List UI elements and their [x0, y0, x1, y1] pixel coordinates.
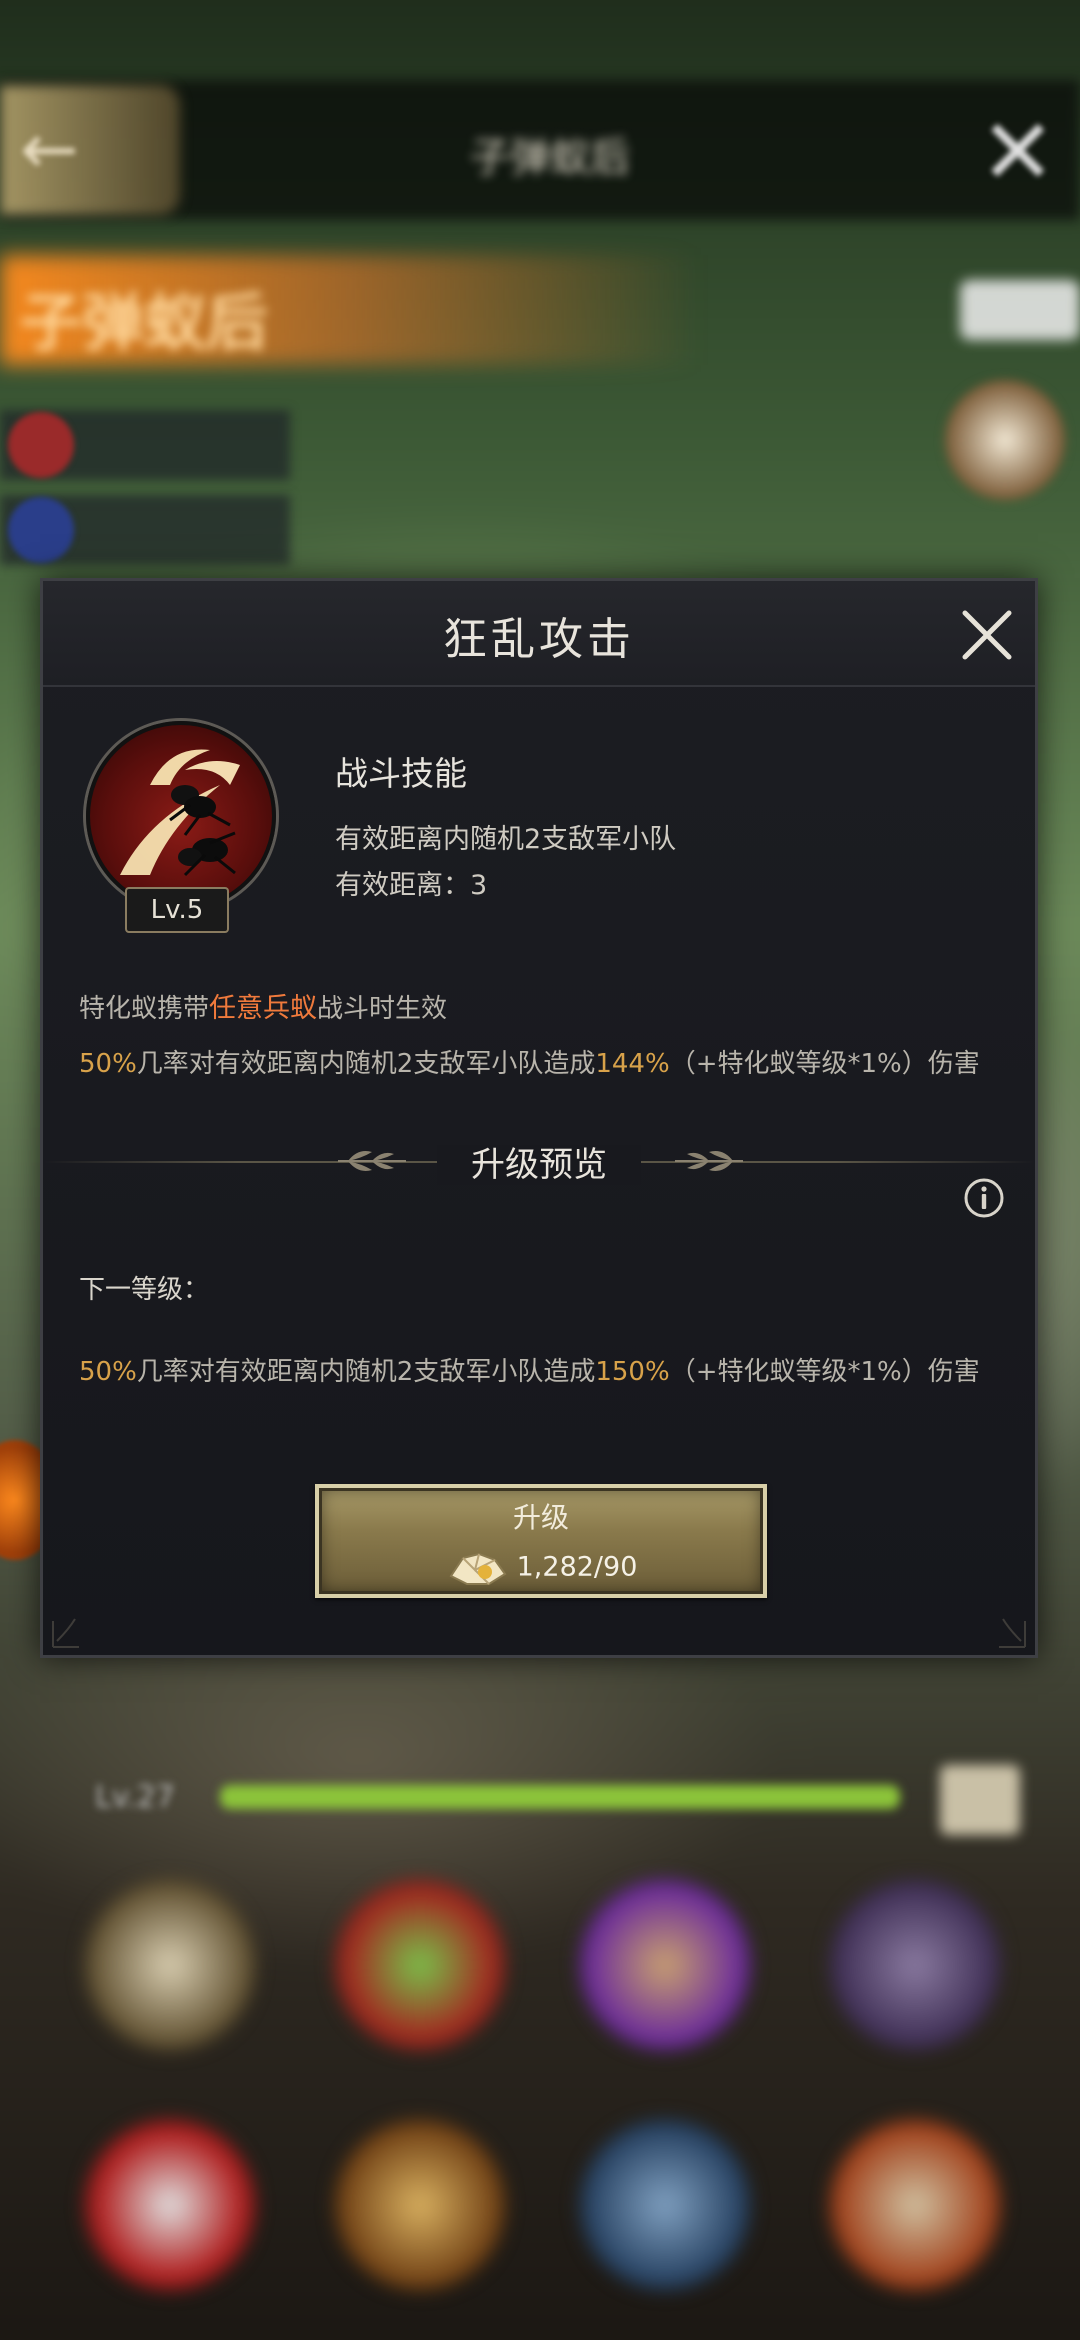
skill-frenzy-attack-icon [86, 721, 276, 911]
background-close-icon: ✕ [980, 100, 1056, 205]
upgrade-button-label: 升级 [512, 1501, 569, 1534]
condition-suffix: 战斗时生效 [317, 994, 448, 1024]
next-effect-text: 几率对有效距离内随机2支敌军小队造成 [136, 1357, 596, 1387]
background-chip-icon [8, 497, 74, 563]
background-xp-label: Lv.27 [95, 1780, 175, 1815]
current-effect-bonus: （+特化蚁等级*1%）伤害 [669, 1049, 980, 1079]
background-header-title: 子弹蚁后 [470, 135, 630, 181]
background-skill-icon [335, 2120, 505, 2290]
next-effect-chance: 50% [79, 1357, 137, 1387]
info-button[interactable] [963, 1177, 1005, 1219]
upgrade-preview-title: 升级预览 [43, 1137, 1035, 1186]
background-xp-bar [220, 1785, 900, 1809]
close-icon [962, 610, 1012, 660]
next-level-label: 下一等级： [79, 1275, 210, 1305]
upgrade-preview-label: 升级预览 [437, 1145, 641, 1185]
background-skill-icon [335, 1880, 505, 2050]
background-skill-icon [85, 1880, 255, 2050]
upgrade-cost: 1,282/90 [319, 1546, 763, 1590]
current-effect: 50%几率对有效距离内随机2支敌军小队造成144%（+特化蚁等级*1%）伤害 [79, 1043, 980, 1080]
background-avatar [945, 380, 1065, 500]
background-tag [960, 280, 1080, 340]
skill-level-badge: Lv.5 [125, 887, 229, 933]
next-level-effect: 50%几率对有效距离内随机2支敌军小队造成150%（+特化蚁等级*1%）伤害 [79, 1353, 1019, 1391]
background-banner-text: 子弹蚁后 [20, 286, 269, 359]
info-icon [964, 1178, 1004, 1218]
background-skill-icon [830, 1880, 1000, 2050]
upgrade-cost-value: 1,282/90 [516, 1551, 638, 1583]
current-effect-chance: 50% [79, 1049, 137, 1079]
corner-ornament-icon [52, 1618, 79, 1648]
corner-ornament-icon [999, 1618, 1026, 1648]
skill-range-description: 有效距离：3 [335, 870, 488, 901]
next-effect-damage: 150% [595, 1357, 670, 1387]
background-skill-icon [85, 2120, 255, 2290]
dialog-title: 狂乱攻击 [443, 614, 635, 665]
background-skill-icon [580, 2120, 750, 2290]
skill-type-label: 战斗技能 [335, 754, 467, 793]
skill-target-description: 有效距离内随机2支敌军小队 [335, 824, 677, 855]
upgrade-button[interactable]: 升级 1,282/90 [315, 1484, 767, 1598]
skill-detail-dialog: 狂乱攻击 Lv.5 战斗技能 有效距离内随机2支敌军小队 有效距离：3 特化蚁携… [40, 578, 1038, 1658]
back-arrow-icon: ← [20, 108, 79, 190]
background-chip-icon [8, 412, 74, 478]
condition-highlight: 任意兵蚁 [209, 993, 318, 1024]
background-skill-icon [580, 1880, 750, 2050]
next-effect-bonus: （+特化蚁等级*1%）伤害 [669, 1357, 980, 1387]
current-effect-text: 几率对有效距离内随机2支敌军小队造成 [136, 1049, 596, 1079]
background-xp-button [940, 1765, 1020, 1835]
background-skill-icon [830, 2120, 1000, 2290]
condition-prefix: 特化蚁携带 [79, 994, 210, 1024]
dialog-header: 狂乱攻击 [43, 581, 1035, 687]
resource-crystal-icon [449, 1552, 507, 1585]
close-button[interactable] [957, 605, 1017, 665]
current-effect-damage: 144% [595, 1049, 670, 1079]
skill-condition: 特化蚁携带任意兵蚁战斗时生效 [79, 986, 447, 1025]
